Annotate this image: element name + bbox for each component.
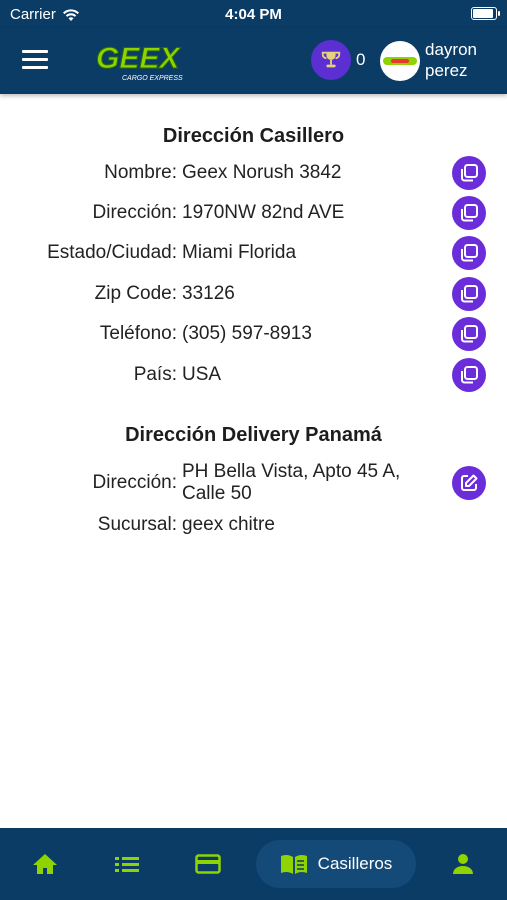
bottom-nav: Casilleros	[0, 828, 507, 900]
address-label: Dirección:	[92, 202, 177, 223]
info-row-name: Nombre: Geex Norush 3842	[0, 156, 507, 190]
branch-label: Sucursal:	[97, 514, 177, 535]
copy-state-city-button[interactable]	[452, 236, 486, 270]
phone-value: (305) 597-8913	[182, 323, 312, 344]
avatar[interactable]	[380, 41, 420, 81]
home-icon	[33, 854, 57, 874]
nav-profile[interactable]	[446, 840, 480, 888]
state-city-label: Estado/Ciudad:	[47, 242, 177, 263]
info-row-address: Dirección: 1970NW 82nd AVE	[0, 196, 507, 230]
geex-logo: GEEX CARGO EXPRESS	[94, 42, 202, 82]
user-last-name: perez	[425, 61, 468, 80]
battery-icon	[471, 7, 500, 20]
user-name: dayron perez	[425, 39, 477, 81]
credit-card-icon	[195, 854, 221, 874]
name-value: Geex Norush 3842	[182, 162, 342, 183]
info-row-state-city: Estado/Ciudad: Miami Florida	[0, 236, 507, 270]
copy-name-button[interactable]	[452, 156, 486, 190]
country-value: USA	[182, 364, 222, 385]
nav-payments[interactable]	[191, 840, 225, 888]
delivery-row-branch: Sucursal: geex chitre	[0, 508, 507, 542]
status-bar: Carrier 4:04 PM	[0, 0, 507, 28]
state-city-value: Miami Florida	[182, 242, 297, 263]
hamburger-icon-line	[22, 66, 48, 69]
user-first-name: dayron	[425, 40, 477, 59]
nav-casilleros-label: Casilleros	[317, 854, 393, 873]
nav-casilleros[interactable]: Casilleros	[256, 840, 416, 888]
main-content: Dirección Casillero Nombre: Geex Norush …	[0, 94, 507, 828]
zip-label: Zip Code:	[94, 283, 177, 304]
copy-address-button[interactable]	[452, 196, 486, 230]
nav-list[interactable]	[110, 840, 144, 888]
nav-home[interactable]	[28, 840, 62, 888]
copy-icon	[461, 366, 478, 384]
delivery-address-label: Dirección:	[92, 472, 177, 493]
info-row-zip: Zip Code: 33126	[0, 277, 507, 311]
open-book-icon	[280, 854, 307, 874]
zip-value: 33126	[182, 283, 235, 304]
info-row-country: País: USA	[0, 358, 507, 392]
copy-icon	[461, 164, 478, 182]
casillero-title: Dirección Casillero	[162, 125, 345, 147]
menu-button[interactable]	[22, 50, 48, 70]
hamburger-icon-line	[22, 50, 48, 53]
trophy-button[interactable]	[311, 40, 351, 80]
hamburger-icon-line	[22, 58, 48, 61]
copy-icon	[461, 204, 478, 222]
branch-value: geex chitre	[182, 514, 275, 535]
edit-icon	[461, 474, 478, 491]
address-value: 1970NW 82nd AVE	[182, 202, 345, 223]
avatar-logo-icon	[383, 57, 417, 65]
copy-zip-button[interactable]	[452, 277, 486, 311]
copy-icon	[461, 244, 478, 262]
person-icon	[453, 854, 473, 874]
delivery-title: Dirección Delivery Panamá	[125, 424, 382, 446]
edit-delivery-button[interactable]	[452, 466, 486, 500]
copy-country-button[interactable]	[452, 358, 486, 392]
trophy-icon	[321, 51, 341, 68]
delivery-address-value: PH Bella Vista, Apto 45 A, Calle 50	[182, 461, 401, 504]
name-label: Nombre:	[104, 162, 177, 183]
app-header: GEEX CARGO EXPRESS 0 dayron perez	[0, 28, 507, 94]
phone-label: Teléfono:	[99, 323, 177, 344]
delivery-row-address: Dirección: PH Bella Vista, Apto 45 A, Ca…	[0, 460, 507, 506]
list-icon	[115, 857, 139, 872]
info-row-phone: Teléfono: (305) 597-8913	[0, 317, 507, 351]
trophy-count: 0	[356, 50, 366, 69]
copy-phone-button[interactable]	[452, 317, 486, 351]
country-label: País:	[133, 364, 177, 385]
copy-icon	[461, 285, 478, 303]
status-time: 4:04 PM	[225, 6, 282, 23]
svg-text:CARGO EXPRESS: CARGO EXPRESS	[122, 75, 183, 82]
copy-icon	[461, 325, 478, 343]
svg-text:GEEX: GEEX	[96, 42, 181, 75]
